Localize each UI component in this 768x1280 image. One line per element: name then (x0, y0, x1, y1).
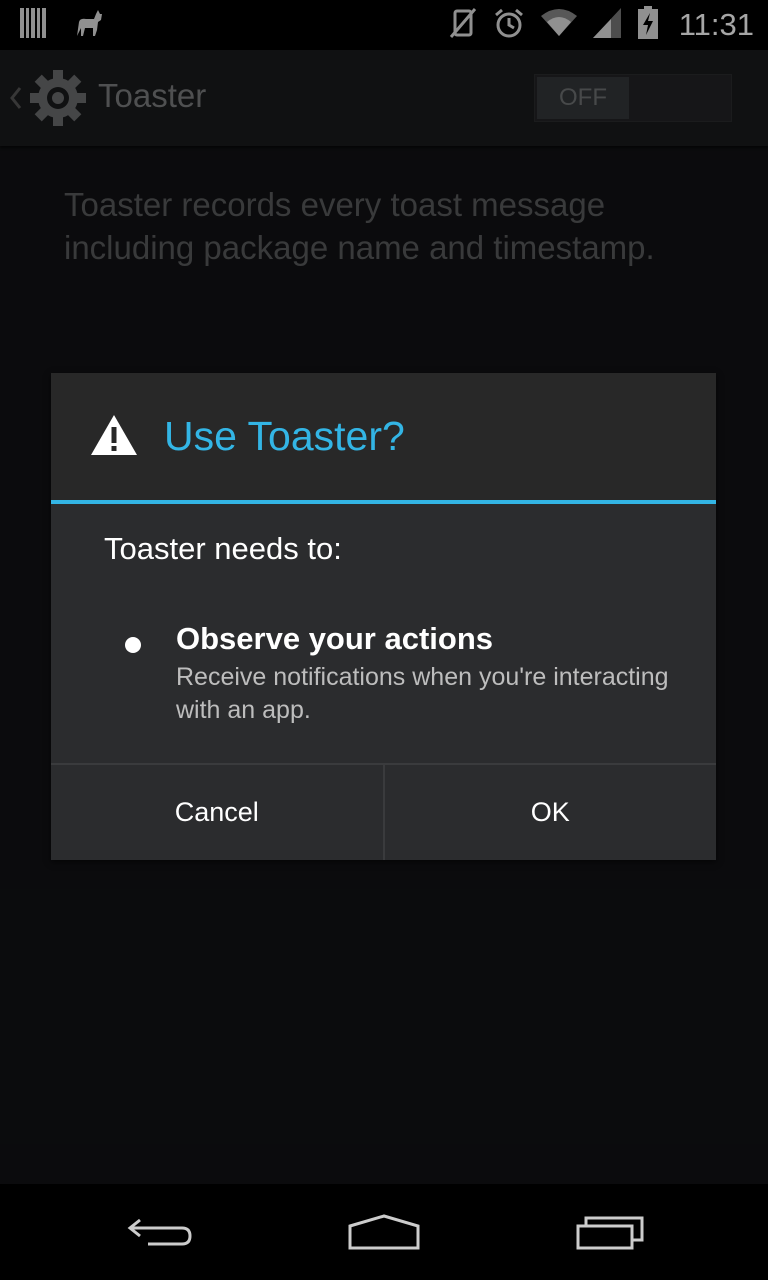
dialog-header: Use Toaster? (51, 373, 716, 501)
permission-dialog: Use Toaster? Toaster needs to: Observe y… (51, 373, 716, 860)
recents-icon[interactable] (574, 1212, 646, 1256)
cancel-button[interactable]: Cancel (51, 765, 385, 860)
back-icon[interactable] (124, 1212, 196, 1256)
ok-button[interactable]: OK (384, 765, 716, 860)
permission-description: Receive notifications when you're intera… (176, 663, 669, 724)
needs-label: Toaster needs to: (104, 531, 342, 566)
bullet-icon (125, 637, 141, 653)
dialog-button-bar: Cancel OK (51, 763, 716, 860)
permission-title: Observe your actions (176, 621, 494, 656)
warning-icon (89, 413, 139, 461)
home-icon[interactable] (346, 1212, 422, 1256)
screen: 11:31 Toaster OFF Toaster records every … (0, 0, 768, 1280)
navigation-bar (0, 1184, 768, 1280)
dialog-title-divider (51, 500, 716, 504)
dialog-title: Use Toaster? (164, 413, 405, 459)
